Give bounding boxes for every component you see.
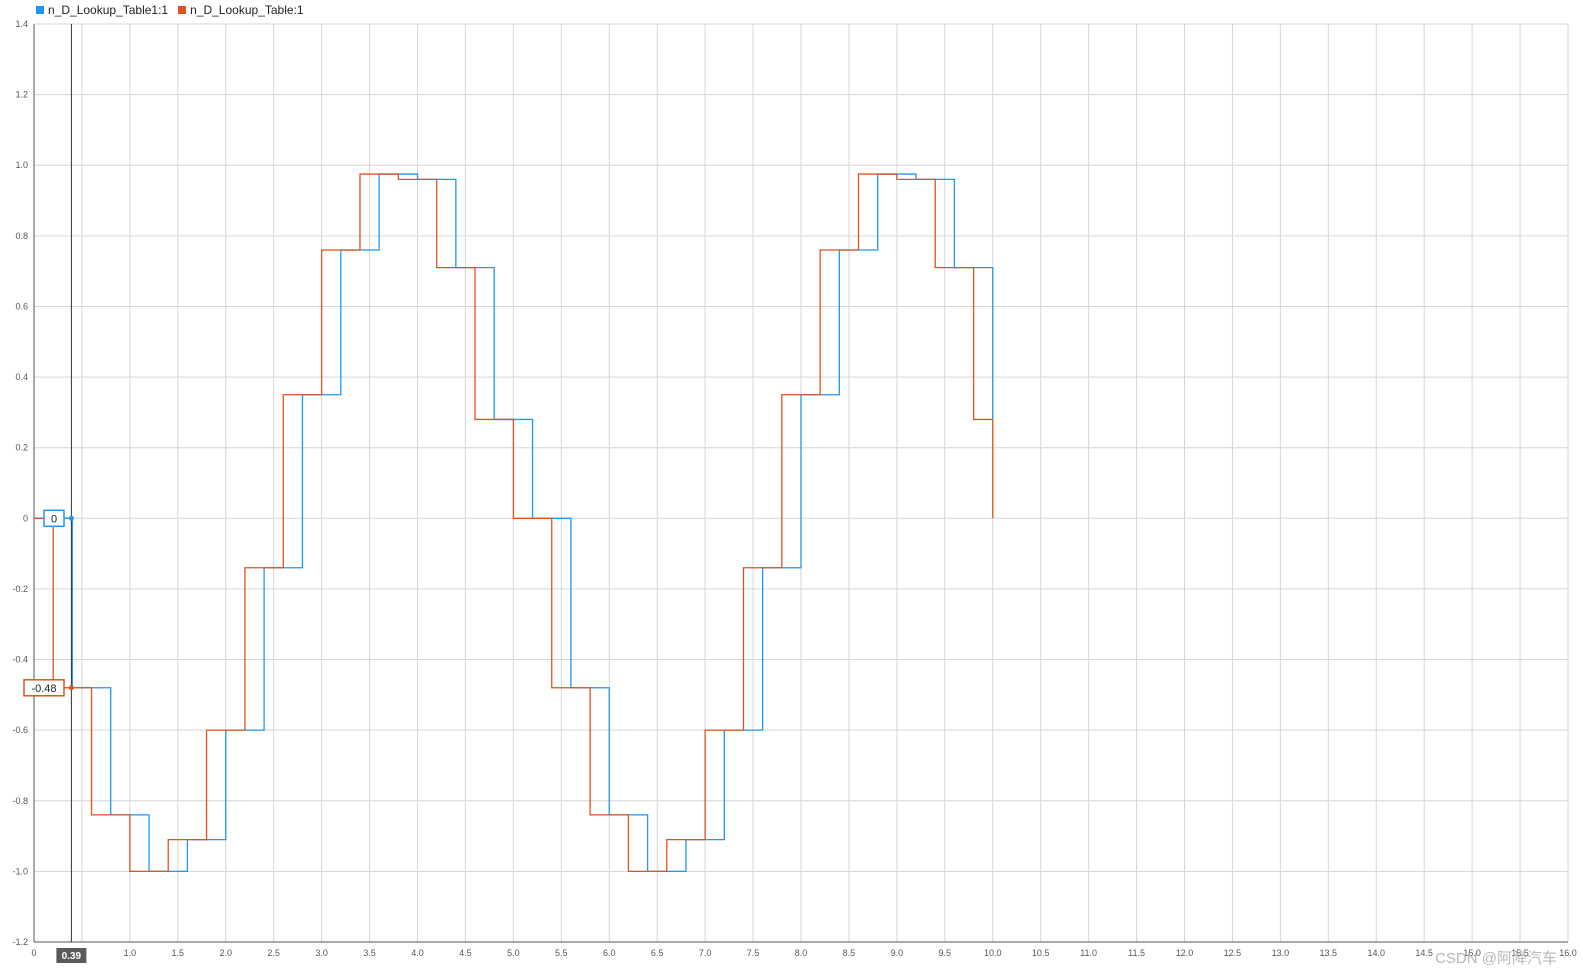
x-tick-label: 14.0 bbox=[1367, 948, 1385, 958]
cursor-x-readout: 0.39 bbox=[62, 951, 82, 962]
y-tick-label: -0.8 bbox=[12, 796, 28, 806]
x-tick-label: 3.5 bbox=[363, 948, 376, 958]
cursor-value-blue: 0 bbox=[51, 513, 57, 525]
x-tick-label: 5.0 bbox=[507, 948, 520, 958]
x-tick-label: 4.0 bbox=[411, 948, 424, 958]
x-tick-label: 2.5 bbox=[267, 948, 280, 958]
y-tick-label: 1.4 bbox=[15, 19, 28, 29]
x-tick-label: 7.0 bbox=[699, 948, 712, 958]
y-tick-label: -1.0 bbox=[12, 866, 28, 876]
y-tick-label: 0 bbox=[23, 513, 28, 523]
x-tick-label: 12.0 bbox=[1176, 948, 1194, 958]
x-tick-label: 14.5 bbox=[1415, 948, 1433, 958]
y-tick-label: 0.6 bbox=[15, 301, 28, 311]
watermark: CSDN @阿降汽车 bbox=[1435, 950, 1557, 967]
x-tick-label: 7.5 bbox=[747, 948, 760, 958]
cursor-value-orange: -0.48 bbox=[31, 683, 56, 695]
x-tick-label: 8.5 bbox=[843, 948, 856, 958]
y-tick-label: 0.4 bbox=[15, 372, 28, 382]
y-tick-label: -1.2 bbox=[12, 937, 28, 947]
x-tick-label: 4.5 bbox=[459, 948, 472, 958]
y-tick-label: 0.2 bbox=[15, 443, 28, 453]
x-tick-label: 9.0 bbox=[891, 948, 904, 958]
x-tick-label: 1.0 bbox=[124, 948, 137, 958]
x-tick-label: 6.5 bbox=[651, 948, 664, 958]
x-tick-label: 12.5 bbox=[1224, 948, 1242, 958]
y-tick-label: -0.2 bbox=[12, 584, 28, 594]
x-tick-label: 0 bbox=[31, 948, 36, 958]
x-tick-label: 13.0 bbox=[1272, 948, 1290, 958]
plot-area[interactable]: 1.4 1.2 1.0 0.8 0.6 0.4 0.2 0 -0.2 -0.4 -0.6 -0.8 -1… bbox=[0, 0, 1583, 980]
x-tick-label: 2.0 bbox=[219, 948, 232, 958]
x-tick-label: 9.5 bbox=[939, 948, 952, 958]
x-tick-label: 16.0 bbox=[1559, 948, 1577, 958]
y-tick-label: -0.4 bbox=[12, 655, 28, 665]
x-tick-label: 10.5 bbox=[1032, 948, 1050, 958]
y-tick-label: 1.2 bbox=[15, 90, 28, 100]
x-tick-label: 8.0 bbox=[795, 948, 808, 958]
y-tick-label: -0.6 bbox=[12, 725, 28, 735]
x-tick-label: 1.5 bbox=[172, 948, 185, 958]
x-tick-label: 6.0 bbox=[603, 948, 616, 958]
y-tick-label: 0.8 bbox=[15, 231, 28, 241]
x-tick-label: 5.5 bbox=[555, 948, 568, 958]
x-tick-label: 10.0 bbox=[984, 948, 1002, 958]
x-tick-label: 11.5 bbox=[1128, 948, 1145, 958]
x-tick-label: 13.5 bbox=[1320, 948, 1338, 958]
x-tick-label: 3.0 bbox=[315, 948, 328, 958]
x-tick-label: 11.0 bbox=[1080, 948, 1097, 958]
y-tick-label: 1.0 bbox=[15, 160, 28, 170]
